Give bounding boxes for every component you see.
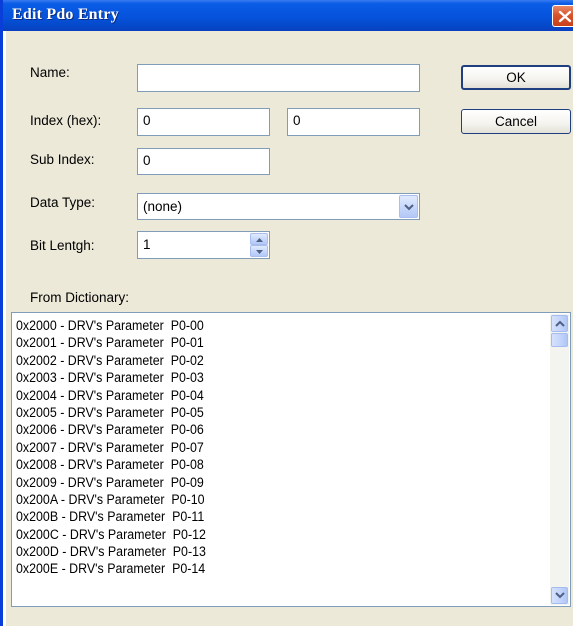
dialog-body: Name: Index (hex): 0 0 Sub Index: 0 Data… bbox=[6, 31, 573, 626]
subindex-input[interactable]: 0 bbox=[137, 148, 270, 175]
list-item[interactable]: 0x2009 - DRV's Parameter P0-09 bbox=[16, 474, 504, 491]
datatype-label: Data Type: bbox=[30, 195, 96, 210]
ok-button[interactable]: OK bbox=[461, 65, 571, 90]
list-item[interactable]: 0x200B - DRV's Parameter P0-11 bbox=[16, 508, 504, 525]
scroll-thumb[interactable] bbox=[551, 333, 568, 347]
cancel-button[interactable]: Cancel bbox=[461, 109, 571, 134]
list-item[interactable]: 0x200A - DRV's Parameter P0-10 bbox=[16, 491, 504, 508]
chevron-down-icon bbox=[256, 250, 263, 254]
bitlength-stepper[interactable]: 1 bbox=[137, 231, 270, 259]
window-title: Edit Pdo Entry bbox=[12, 6, 119, 23]
list-item[interactable]: 0x2004 - DRV's Parameter P0-04 bbox=[16, 387, 504, 404]
chevron-down-icon bbox=[404, 204, 414, 211]
index-label: Index (hex): bbox=[30, 113, 102, 128]
datatype-select[interactable]: (none) bbox=[137, 193, 420, 220]
list-item[interactable]: 0x2003 - DRV's Parameter P0-03 bbox=[16, 369, 504, 386]
scroll-down-button[interactable] bbox=[551, 587, 568, 604]
bitlength-label: Bit Lentgh: bbox=[30, 238, 95, 253]
chevron-up-icon bbox=[555, 320, 565, 327]
title-bar[interactable]: Edit Pdo Entry bbox=[3, 0, 573, 31]
list-item[interactable]: 0x2002 - DRV's Parameter P0-02 bbox=[16, 352, 504, 369]
list-item[interactable]: 0x2007 - DRV's Parameter P0-07 bbox=[16, 439, 504, 456]
subindex-label: Sub Index: bbox=[30, 152, 95, 167]
close-icon bbox=[558, 10, 572, 23]
dictionary-items: 0x2000 - DRV's Parameter P0-00 0x2001 - … bbox=[16, 317, 546, 578]
datatype-selected-value: (none) bbox=[143, 199, 183, 214]
bitlength-decrement-button[interactable] bbox=[250, 245, 268, 257]
dictionary-label: From Dictionary: bbox=[30, 290, 130, 305]
index-second-input[interactable]: 0 bbox=[287, 108, 420, 136]
list-item[interactable]: 0x2001 - DRV's Parameter P0-01 bbox=[16, 334, 504, 351]
close-button[interactable] bbox=[552, 5, 573, 27]
name-label: Name: bbox=[30, 65, 70, 80]
list-item[interactable]: 0x2005 - DRV's Parameter P0-05 bbox=[16, 404, 504, 421]
dictionary-list[interactable]: 0x2000 - DRV's Parameter P0-00 0x2001 - … bbox=[11, 312, 571, 607]
list-item[interactable]: 0x2006 - DRV's Parameter P0-06 bbox=[16, 421, 504, 438]
index-input[interactable]: 0 bbox=[137, 108, 270, 136]
list-item[interactable]: 0x200D - DRV's Parameter P0-13 bbox=[16, 543, 504, 560]
list-item[interactable]: 0x200E - DRV's Parameter P0-14 bbox=[16, 560, 504, 577]
scroll-up-button[interactable] bbox=[551, 315, 568, 332]
name-input[interactable] bbox=[137, 64, 420, 92]
list-item[interactable]: 0x2000 - DRV's Parameter P0-00 bbox=[16, 317, 504, 334]
bitlength-value: 1 bbox=[143, 237, 151, 252]
bitlength-increment-button[interactable] bbox=[250, 233, 268, 245]
chevron-down-icon bbox=[555, 592, 565, 599]
edit-pdo-entry-dialog: Edit Pdo Entry Name: Index (hex): 0 0 Su… bbox=[0, 0, 573, 626]
chevron-up-icon bbox=[256, 238, 263, 242]
list-item[interactable]: 0x2008 - DRV's Parameter P0-08 bbox=[16, 456, 504, 473]
datatype-dropdown-button[interactable] bbox=[399, 195, 418, 218]
vertical-scrollbar[interactable] bbox=[550, 314, 569, 605]
list-item[interactable]: 0x200C - DRV's Parameter P0-12 bbox=[16, 526, 504, 543]
